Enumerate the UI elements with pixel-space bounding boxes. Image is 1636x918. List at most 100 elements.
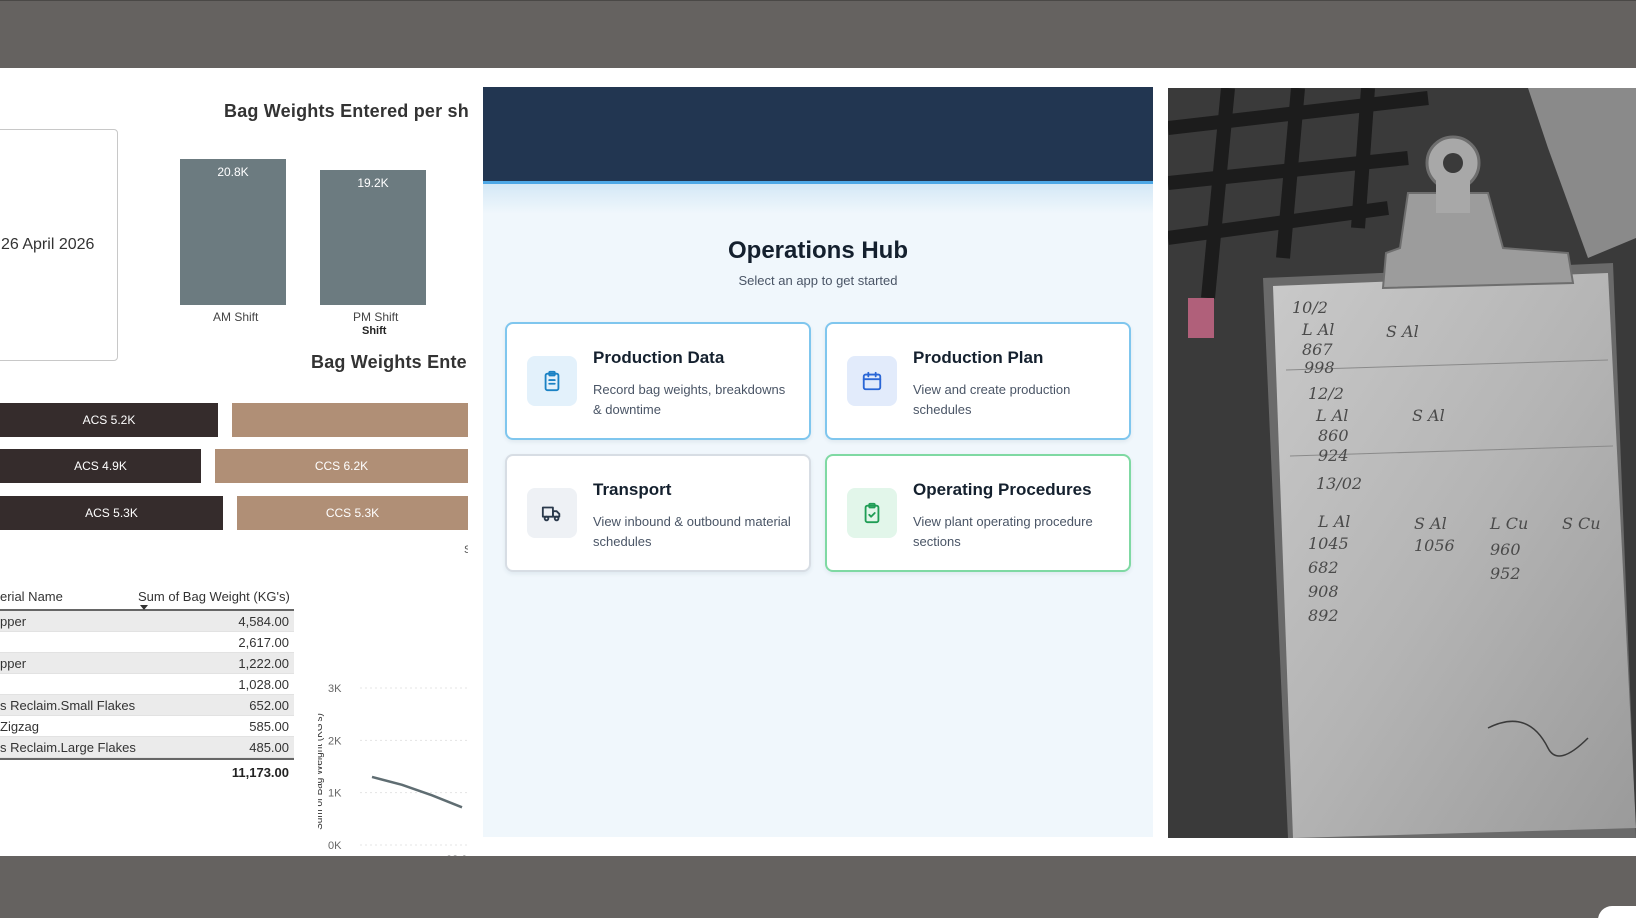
col-material-header[interactable]: erial Name — [0, 589, 63, 604]
clipboard-photo: 10/2 L Al S Al 867 998 12/2 L Al S Al 860 924 13/0… — [1168, 88, 1636, 838]
card-title: Production Data — [593, 348, 725, 367]
hbar-chart-title: Bag Weights Ente — [311, 352, 467, 372]
handwritten-note: 682 — [1308, 558, 1339, 577]
hub-header-glow — [483, 184, 1153, 214]
card-description: Record bag weights, breakdowns & downtim… — [593, 382, 786, 417]
bag-weight-cell: 1,222.00 — [238, 656, 289, 671]
hbar-acs-3[interactable]: ACS 5.3K — [0, 496, 223, 530]
bar-data-label: 19.2K — [357, 176, 389, 190]
handwritten-note: 892 — [1308, 606, 1339, 625]
card-description: View inbound & outbound material schedul… — [593, 514, 791, 549]
y-tick-label: 3K — [328, 683, 342, 695]
handwritten-note: 1056 — [1414, 536, 1455, 555]
bag-weight-cell: 652.00 — [249, 698, 289, 713]
handwritten-note: 998 — [1304, 358, 1335, 377]
bag-weight-cell: 1,028.00 — [238, 677, 289, 692]
bag-weight-cell: 585.00 — [249, 719, 289, 734]
bar-chart-title: Bag Weights Entered per sh — [224, 101, 468, 121]
top-band — [0, 0, 1636, 68]
handwritten-note: 952 — [1490, 564, 1521, 583]
y-axis-title: Sum of Bag Weight (KG's) — [318, 713, 325, 830]
date-card-value: 26 April 2026 — [1, 236, 95, 253]
date-card[interactable]: 26 April 2026 — [0, 129, 118, 361]
handwritten-note: 13/02 — [1316, 474, 1363, 493]
y-tick-label: 1K — [328, 788, 342, 800]
bar-data-label: 20.8K — [217, 165, 249, 179]
handwritten-note: L Al — [1316, 406, 1349, 425]
handwritten-note: S Al — [1412, 406, 1445, 425]
line-series[interactable] — [371, 775, 463, 809]
hbar-ccs-2[interactable]: CCS 6.2K — [215, 449, 468, 483]
line-chart: 3K2K1K0KSum of Bag Weight (KG's)03:0 — [318, 683, 468, 856]
card-title: Operating Procedures — [913, 480, 1092, 499]
handwritten-note: S Al — [1386, 322, 1419, 341]
table-row[interactable]: 2,617.00 — [0, 632, 294, 653]
hub-subtitle: Select an app to get started — [738, 273, 898, 288]
clipboard-illustration — [1168, 88, 1636, 838]
hbar-ccs-1[interactable] — [232, 403, 468, 437]
handwritten-note: L Cu — [1490, 514, 1529, 533]
table-total-value: 11,173.00 — [231, 765, 289, 780]
handwritten-note: S Cu — [1562, 514, 1601, 533]
table-row[interactable]: s Reclaim.Large Flakes 485.00 — [0, 737, 294, 758]
shift-bar-2[interactable]: 19.2K — [320, 170, 426, 305]
handwritten-note: 867 — [1302, 340, 1333, 359]
material-name-cell: Zigzag — [0, 719, 40, 734]
hbar-ccs-3[interactable]: CCS 5.3K — [237, 496, 468, 530]
handwritten-note: L Al — [1302, 320, 1335, 339]
hbar-acs-2[interactable]: ACS 4.9K — [0, 449, 201, 483]
bar-x-axis-title: Shift — [362, 325, 387, 337]
material-name-cell: s Reclaim.Small Flakes — [0, 698, 136, 713]
handwritten-note: L Al — [1318, 512, 1351, 531]
card-production-plan[interactable]: Production Plan View and create producti… — [825, 322, 1131, 440]
card-operating-procedures[interactable]: Operating Procedures View plant operatin… — [825, 454, 1131, 572]
handwritten-note: 860 — [1318, 426, 1349, 445]
y-tick-label: 0K — [328, 840, 342, 852]
bag-weight-cell: 485.00 — [249, 740, 289, 755]
material-name-cell: s Reclaim.Large Flakes — [0, 740, 136, 755]
calendar-icon — [847, 356, 897, 406]
col-weight-header[interactable]: Sum of Bag Weight (KG's) — [138, 589, 290, 604]
table-header: erial Name Sum of Bag Weight (KG's) — [0, 581, 294, 611]
power-bi-report: Bag Weights Entered per sh 26 April 2026… — [0, 68, 468, 856]
card-title: Production Plan — [913, 348, 1044, 367]
table-row[interactable]: Zigzag 585.00 — [0, 716, 294, 737]
handwritten-note: S Al — [1414, 514, 1447, 533]
card-production-data[interactable]: Production Data Record bag weights, brea… — [505, 322, 811, 440]
truck-icon — [527, 488, 577, 538]
card-transport[interactable]: Transport View inbound & outbound materi… — [505, 454, 811, 572]
handwritten-note: 10/2 — [1292, 298, 1328, 317]
sort-desc-icon — [140, 605, 148, 610]
y-tick-label: 2K — [328, 735, 342, 747]
table-row[interactable]: s Reclaim.Small Flakes 652.00 — [0, 695, 294, 716]
table-row[interactable]: 1,028.00 — [0, 674, 294, 695]
material-weight-table: erial Name Sum of Bag Weight (KG's) pper… — [0, 581, 294, 782]
handwritten-note: 1045 — [1308, 534, 1349, 553]
table-row[interactable]: pper 4,584.00 — [0, 611, 294, 632]
bag-weight-cell: 2,617.00 — [238, 635, 289, 650]
card-description: View and create production schedules — [913, 382, 1071, 417]
hub-title: Operations Hub — [727, 237, 908, 264]
material-name-cell: pper — [0, 656, 27, 671]
bag-weight-cell: 4,584.00 — [238, 614, 289, 629]
hbar-acs-1[interactable]: ACS 5.2K — [0, 403, 218, 437]
handwritten-note: 960 — [1490, 540, 1521, 559]
clipped-label: S — [464, 544, 468, 556]
clipboard-icon — [527, 356, 577, 406]
shift-bar-1[interactable]: 20.8K — [180, 159, 286, 305]
handwritten-note: 908 — [1308, 582, 1339, 601]
bar-category-label: AM Shift — [213, 310, 259, 324]
clipboard-check-icon — [847, 488, 897, 538]
handwritten-note: 12/2 — [1308, 384, 1344, 403]
table-total-row: 11,173.00 — [0, 758, 294, 782]
material-name-cell: pper — [0, 614, 27, 629]
table-row[interactable]: pper 1,222.00 — [0, 653, 294, 674]
handwritten-note: 924 — [1318, 446, 1349, 465]
hub-header-bar — [483, 87, 1153, 184]
card-title: Transport — [593, 480, 672, 499]
operations-hub-panel: Operations Hub Select an app to get star… — [483, 87, 1153, 837]
bottom-band — [0, 856, 1636, 918]
card-description: View plant operating procedure sections — [913, 514, 1093, 549]
floating-action-bubble[interactable] — [1598, 906, 1636, 918]
bar-category-label: PM Shift — [353, 310, 399, 324]
